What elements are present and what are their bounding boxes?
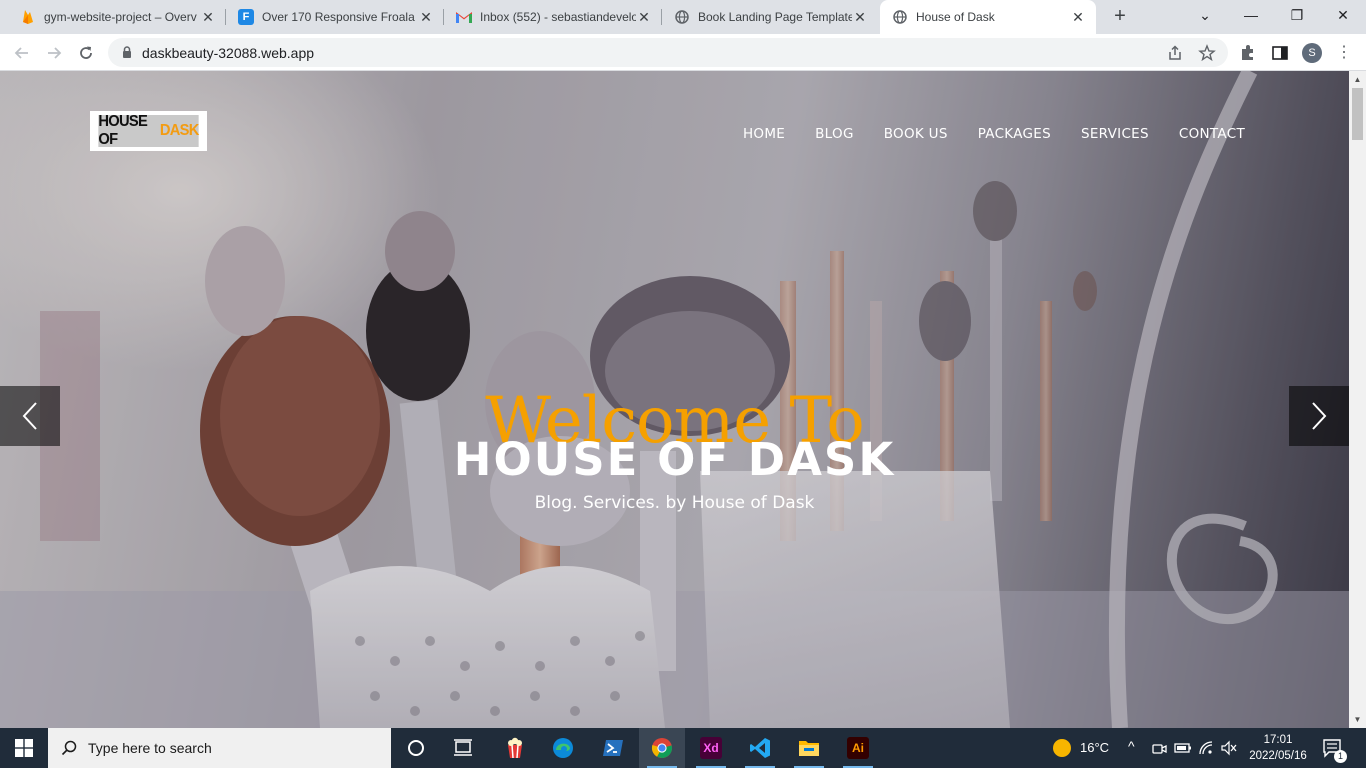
bookmark-star-icon[interactable]: [1198, 44, 1216, 62]
new-tab-button[interactable]: +: [1108, 5, 1132, 29]
file-explorer-icon[interactable]: [786, 728, 832, 768]
close-tab-icon[interactable]: ✕: [636, 9, 652, 26]
tab-title: Inbox (552) - sebastiandevelo: [480, 10, 636, 24]
search-placeholder: Type here to search: [88, 740, 212, 756]
address-bar[interactable]: daskbeauty-32088.web.app: [108, 38, 1228, 67]
gmail-icon: [456, 9, 472, 25]
system-clock[interactable]: 17:01 2022/05/16: [1240, 732, 1316, 764]
close-tab-icon[interactable]: ✕: [200, 9, 216, 26]
tab-search-chevron-icon[interactable]: ⌄: [1182, 0, 1228, 30]
side-panel-icon[interactable]: [1270, 43, 1290, 63]
reload-button[interactable]: [72, 39, 100, 67]
lock-icon[interactable]: [120, 45, 134, 59]
close-tab-icon[interactable]: ✕: [418, 9, 434, 26]
firebase-icon: [20, 9, 36, 25]
tab-gmail[interactable]: Inbox (552) - sebastiandevelo ✕: [444, 0, 662, 34]
edge-icon[interactable]: [540, 728, 586, 768]
wifi-icon[interactable]: [1198, 740, 1214, 756]
minimize-button[interactable]: —: [1228, 0, 1274, 30]
vscode-icon[interactable]: [737, 728, 783, 768]
browser-tab-strip: gym-website-project – Overv ✕ F Over 170…: [0, 0, 1366, 34]
nav-packages[interactable]: PACKAGES: [978, 126, 1051, 142]
tab-title: Over 170 Responsive Froala D: [262, 10, 418, 24]
battery-icon[interactable]: [1174, 741, 1192, 755]
chrome-icon[interactable]: [639, 728, 685, 768]
illustrator-icon[interactable]: Ai: [835, 728, 881, 768]
scrollbar-thumb[interactable]: [1352, 88, 1363, 140]
tab-gym-website[interactable]: gym-website-project – Overv ✕: [8, 0, 226, 34]
nav-book-us[interactable]: BOOK US: [884, 126, 948, 142]
arrow-left-icon: [14, 47, 28, 59]
ai-label: Ai: [847, 737, 869, 759]
logo-text-primary: HOUSE OF: [98, 113, 148, 148]
tab-froala[interactable]: F Over 170 Responsive Froala D ✕: [226, 0, 444, 34]
carousel-next-button[interactable]: [1289, 386, 1349, 446]
profile-avatar[interactable]: S: [1302, 43, 1322, 63]
hero-tagline: Blog. Services. by House of Dask: [534, 493, 815, 513]
tab-title: Book Landing Page Template: [698, 10, 852, 24]
reload-icon: [80, 46, 92, 59]
chevron-right-icon: [1312, 402, 1327, 430]
back-button[interactable]: [8, 39, 36, 67]
powershell-icon[interactable]: [590, 728, 636, 768]
clock-date: 2022/05/16: [1249, 750, 1307, 762]
page-scrollbar[interactable]: ▲ ▼: [1349, 71, 1366, 728]
close-window-button[interactable]: ✕: [1320, 0, 1366, 30]
froala-icon: F: [238, 9, 254, 25]
site-logo[interactable]: HOUSE OF DASK: [90, 111, 207, 151]
windows-logo-icon: [15, 739, 33, 757]
tab-book-landing[interactable]: Book Landing Page Template ✕: [662, 0, 878, 34]
globe-icon: [892, 9, 908, 25]
notification-count-badge: 1: [1334, 750, 1347, 763]
globe-icon: [674, 9, 690, 25]
weather-temperature[interactable]: 16°C: [1080, 740, 1109, 755]
nav-services[interactable]: SERVICES: [1081, 126, 1149, 142]
cortana-icon[interactable]: [393, 728, 439, 768]
nav-blog[interactable]: BLOG: [815, 126, 854, 142]
share-icon[interactable]: [1166, 44, 1184, 62]
windows-taskbar: Type here to search Xd Ai 16°C ^ 17:01 2…: [0, 728, 1366, 768]
url-text[interactable]: daskbeauty-32088.web.app: [142, 45, 314, 61]
browser-menu-icon[interactable]: ⋮: [1336, 42, 1352, 64]
main-navigation: HOME BLOG BOOK US PACKAGES SERVICES CONT…: [743, 126, 1245, 142]
tab-title: gym-website-project – Overv: [44, 10, 197, 24]
taskbar-search-box[interactable]: Type here to search: [48, 728, 391, 768]
tab-title: House of Dask: [916, 10, 995, 24]
xd-label: Xd: [700, 737, 722, 759]
arrow-right-icon: [48, 47, 62, 59]
search-icon: [61, 740, 77, 756]
adobe-xd-icon[interactable]: Xd: [688, 728, 734, 768]
scroll-up-icon[interactable]: ▲: [1353, 75, 1362, 84]
chevron-up-icon[interactable]: ^: [1128, 738, 1135, 754]
start-button[interactable]: [0, 728, 48, 768]
logo-wordmark: HOUSE OF DASK: [98, 113, 200, 148]
page-viewport: HOUSE OF DASK HOME BLOG BOOK US PACKAGES…: [0, 71, 1349, 728]
close-tab-icon[interactable]: ✕: [1070, 9, 1086, 26]
hero-title: HOUSE OF DASK: [453, 433, 896, 486]
volume-muted-icon[interactable]: [1220, 740, 1238, 756]
task-view-icon[interactable]: [440, 728, 486, 768]
close-tab-icon[interactable]: ✕: [852, 9, 868, 26]
browser-toolbar: daskbeauty-32088.web.app S ⋮: [0, 34, 1366, 71]
scroll-down-icon[interactable]: ▼: [1353, 715, 1362, 724]
chevron-left-icon: [22, 402, 37, 430]
extensions-puzzle-icon[interactable]: [1238, 43, 1258, 63]
weather-sun-icon[interactable]: [1053, 739, 1071, 757]
meet-now-icon[interactable]: [1151, 741, 1167, 757]
forward-button[interactable]: [40, 39, 68, 67]
clock-time: 17:01: [1263, 734, 1293, 746]
nav-contact[interactable]: CONTACT: [1179, 126, 1245, 142]
logo-text-accent: DASK: [159, 122, 200, 139]
carousel-prev-button[interactable]: [0, 386, 60, 446]
popcorn-app-icon[interactable]: [492, 728, 538, 768]
tab-house-of-dask[interactable]: House of Dask ✕: [880, 0, 1096, 34]
nav-home[interactable]: HOME: [743, 126, 785, 142]
restore-button[interactable]: ❐: [1274, 0, 1320, 30]
